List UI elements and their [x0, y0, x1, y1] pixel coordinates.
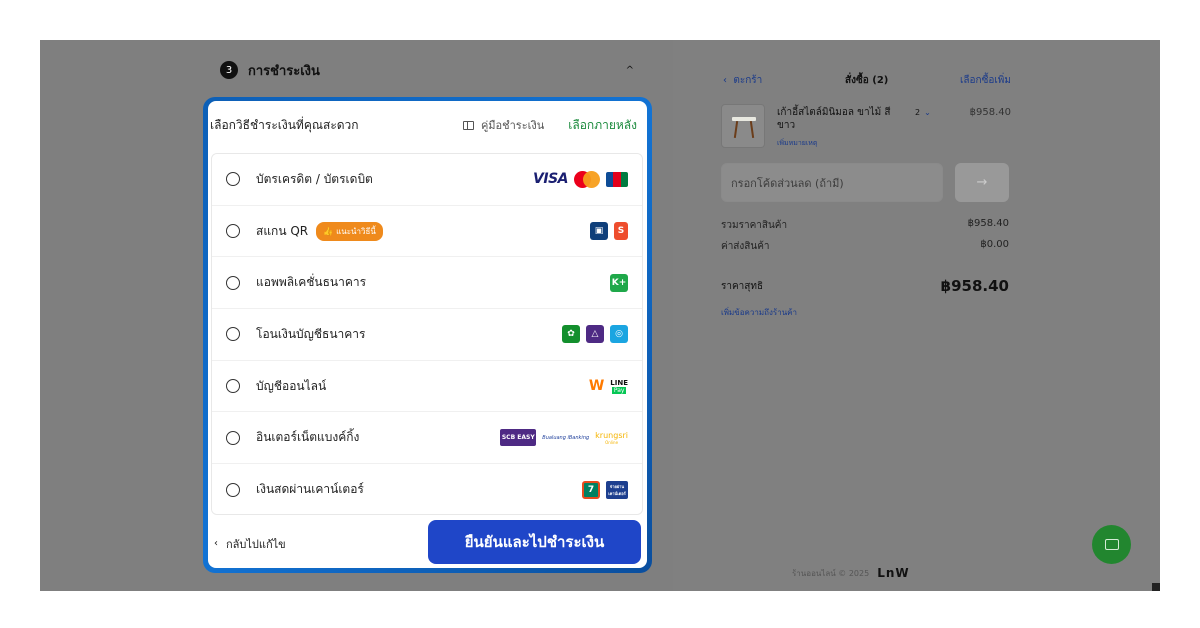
payment-option-qr[interactable]: สแกน QR 👍 แนะนำวิธีนี้ ▣ S — [212, 205, 642, 258]
option-label: บัตรเครดิต / บัตรเดบิต — [256, 171, 373, 186]
modal-header: เลือกวิธีชำระเงินที่คุณสะดวก คู่มือชำระเ… — [208, 101, 647, 149]
option-logos: ✿ △ ◎ — [562, 325, 628, 344]
option-label: แอพพลิเคชั่นธนาคาร — [256, 275, 367, 290]
badge-label: แนะนำวิธีนี้ — [336, 226, 376, 236]
krungsri-icon: krungsri Online — [595, 430, 628, 445]
krungthai-icon: ◎ — [610, 325, 628, 344]
choose-later-link[interactable]: เลือกภายหลัง — [568, 116, 637, 135]
option-logos: W LINE Pay — [589, 378, 628, 394]
chat-button[interactable] — [1092, 525, 1131, 564]
shipping-label: ค่าส่งสินค้า — [721, 241, 770, 252]
chevron-down-icon: ⌄ — [924, 108, 931, 117]
book-icon — [462, 120, 474, 130]
option-label: อินเตอร์เน็ตแบงค์กิ้ง — [256, 430, 360, 445]
recommended-badge: 👍 แนะนำวิธีนี้ — [316, 221, 383, 241]
step-title: การชำระเงิน — [248, 63, 320, 79]
radio-button[interactable] — [226, 430, 240, 445]
kplus-icon: K+ — [610, 273, 628, 292]
total-label: ราคาสุทธิ — [721, 280, 764, 292]
seven-eleven-icon: 7 — [582, 480, 600, 499]
subtotal-label: รวมราคาสินค้า — [721, 220, 788, 231]
mastercard-logo — [574, 170, 600, 188]
option-logos: VISA — [533, 170, 628, 188]
cart-product-row: เก้าอี้สไตล์มินิมอล ขาไม้ สีขาว เพิ่มหมา… — [721, 104, 1011, 150]
add-note-link[interactable]: เพิ่มหมายเหตุ — [777, 138, 817, 149]
option-label: สแกน QR — [256, 223, 309, 238]
visa-logo: VISA — [533, 171, 568, 188]
payment-guide-label: คู่มือชำระเงิน — [480, 119, 545, 132]
option-logos: K+ — [610, 273, 628, 292]
product-price: ฿958.40 — [969, 107, 1011, 118]
payment-guide-link[interactable]: คู่มือชำระเงิน — [462, 116, 545, 134]
option-label: โอนเงินบัญชีธนาคาร — [256, 326, 366, 341]
order-title: สั่งซื้อ (2) — [845, 74, 889, 86]
option-logos: SCB EASY Bualuang iBanking krungsri Onli… — [500, 429, 628, 447]
payment-option-counter-cash[interactable]: เงินสดผ่านเคาน์เตอร์ 7 จ่ายผ่าน เคาน์เตอร… — [212, 464, 642, 514]
radio-button[interactable] — [226, 482, 240, 497]
bualuang-icon: Bualuang iBanking — [542, 434, 590, 441]
radio-button[interactable] — [226, 327, 240, 342]
qr-scan-icon: ▣ — [590, 222, 608, 241]
chevron-up-icon[interactable]: ^ — [626, 65, 634, 76]
footer-text: ร้านออนไลน์ © 2025 — [792, 568, 870, 578]
product-name: เก้าอี้สไตล์มินิมอล ขาไม้ สีขาว — [777, 107, 891, 131]
page-footer: ร้านออนไลน์ © 2025 LnW — [792, 566, 910, 580]
payment-modal-body: เลือกวิธีชำระเงินที่คุณสะดวก คู่มือชำระเ… — [208, 101, 647, 568]
option-label: เงินสดผ่านเคาน์เตอร์ — [256, 482, 364, 497]
linepay-icon: LINE Pay — [610, 378, 628, 394]
shop-more-link[interactable]: เลือกซื้อเพิ่ม — [960, 73, 1011, 88]
product-thumbnail — [721, 104, 765, 148]
total-value: ฿958.40 — [940, 277, 1009, 295]
total-row: ราคาสุทธิ ฿958.40 — [721, 277, 1009, 295]
step-number: 3 — [220, 61, 238, 79]
shopee-s-icon: S — [614, 222, 628, 241]
brand-logo: LnW — [877, 566, 910, 580]
radio-button[interactable] — [226, 379, 240, 394]
payment-option-bank-app[interactable]: แอพพลิเคชั่นธนาคาร K+ — [212, 257, 642, 310]
shipping-value: ฿0.00 — [980, 239, 1009, 250]
option-logos: 7 จ่ายผ่าน เคาน์เตอร์ — [582, 480, 628, 499]
chat-icon — [1104, 539, 1119, 550]
payment-option-online-wallet[interactable]: บัญชีออนไลน์ W LINE Pay — [212, 360, 642, 413]
apply-coupon-button[interactable]: → — [955, 163, 1009, 202]
jcb-logo — [606, 171, 628, 187]
payment-option-card[interactable]: บัตรเครดิต / บัตรเดบิต VISA — [212, 154, 642, 206]
modal-footer: ‹ กลับไปแก้ไข ยืนยันและไปชำระเงิน — [208, 519, 647, 568]
scb-easy-icon: SCB EASY — [500, 429, 537, 447]
coupon-input[interactable]: กรอกโค้ดส่วนลด (ถ้ามี) — [721, 163, 943, 202]
back-to-cart-link[interactable]: ‹ ตะกร้า — [723, 73, 762, 88]
payment-step-header[interactable]: 3 การชำระเงิน ^ — [220, 60, 634, 80]
kbank-icon: ✿ — [562, 325, 580, 344]
subtotal-row: รวมราคาสินค้า ฿958.40 — [721, 218, 1009, 233]
radio-button[interactable] — [226, 172, 240, 187]
radio-button[interactable] — [226, 224, 240, 239]
quantity-select[interactable]: 2 ⌄ — [915, 107, 931, 118]
subtotal-value: ฿958.40 — [967, 218, 1009, 229]
confirm-and-pay-button[interactable]: ยืนยันและไปชำระเงิน — [428, 520, 641, 564]
window-corner — [1152, 583, 1160, 591]
payment-options-list: บัตรเครดิต / บัตรเดบิต VISA สแกน QR 👍 แน… — [211, 153, 643, 515]
back-to-edit-link[interactable]: ‹ กลับไปแก้ไข — [214, 535, 286, 553]
chevron-left-icon: ‹ — [214, 538, 218, 549]
option-logos: ▣ S — [590, 222, 628, 241]
thumbs-up-icon: 👍 — [323, 226, 334, 236]
payment-option-bank-transfer[interactable]: โอนเงินบัญชีธนาคาร ✿ △ ◎ — [212, 309, 642, 361]
message-to-shop-link[interactable]: เพิ่มข้อความถึงร้านค้า — [721, 306, 797, 319]
counter-service-icon: จ่ายผ่าน เคาน์เตอร์ — [606, 480, 628, 499]
radio-button[interactable] — [226, 275, 240, 290]
payment-option-internet-banking[interactable]: อินเตอร์เน็ตแบงค์กิ้ง SCB EASY Bualuang … — [212, 412, 642, 465]
truemoney-icon: W — [588, 378, 605, 395]
shipping-row: ค่าส่งสินค้า ฿0.00 — [721, 239, 1009, 254]
payment-method-modal: เลือกวิธีชำระเงินที่คุณสะดวก คู่มือชำระเ… — [203, 97, 652, 573]
cart-header: ‹ ตะกร้า สั่งซื้อ (2) เลือกซื้อเพิ่ม — [723, 71, 1011, 89]
scb-icon: △ — [586, 325, 604, 344]
option-label: บัญชีออนไลน์ — [256, 378, 327, 393]
modal-title: เลือกวิธีชำระเงินที่คุณสะดวก — [210, 117, 359, 132]
back-label: กลับไปแก้ไข — [226, 537, 286, 551]
